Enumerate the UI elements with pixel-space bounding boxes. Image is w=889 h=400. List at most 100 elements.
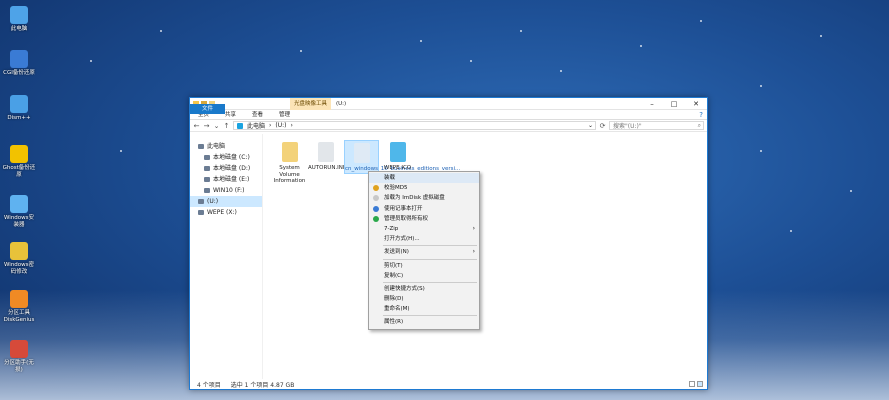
context-menu-item[interactable]: 发送到(N) › [369,247,479,257]
drive-icon [204,188,210,193]
nav-tree-item[interactable]: 本地磁盘 (C:) [190,152,262,163]
breadcrumb-this-pc[interactable]: 此电脑 [247,121,265,130]
breadcrumb-separator-icon: › [269,122,272,129]
search-input[interactable]: 搜索"(U:)" ⌕ [609,121,704,130]
computer-icon [10,6,28,24]
menu-separator [383,245,477,247]
context-menu-item[interactable]: 创建快捷方式(S) [369,284,479,294]
context-menu-label: 重命名(M) [384,306,410,313]
installer-icon [10,195,28,213]
context-menu-label: 加载为 ImDisk 虚拟磁盘 [384,195,445,202]
tab-file[interactable]: 文件 [190,104,225,114]
nav-tree-label: (U:) [207,198,219,205]
back-arrow-icon[interactable]: ← [193,122,200,130]
item-count: 4 个项目 [197,381,221,389]
menu-separator [383,281,477,283]
context-menu-item[interactable]: 校验MD5 [369,183,479,193]
key-icon [10,242,28,260]
address-bar[interactable]: 此电脑 › (U:) › ⌄ [233,121,596,130]
forward-arrow-icon[interactable]: → [203,122,210,130]
desktop-icon-label: CGI备份还原 [3,70,35,76]
context-menu-item[interactable]: 使用记事本打开 [369,204,479,214]
search-icon: ⌕ [697,121,701,129]
submenu-arrow-icon: › [472,248,475,256]
desktop-icon[interactable]: Ghost备份还原 [2,145,36,178]
nav-tree-label: WEPE (X:) [207,209,237,216]
drive-icon [198,144,204,149]
context-menu-item[interactable]: 加载为 ImDisk 虚拟磁盘 [369,193,479,203]
tab-manage[interactable]: 管理 [271,110,298,120]
nav-tree-item[interactable]: (U:) [190,196,262,207]
context-menu-label: 创建快捷方式(S) [384,285,425,292]
disc-icon [389,142,406,162]
desktop-icon-label: 此电脑 [10,26,28,32]
disc-image-tools-tab[interactable]: 光盘映像工具 [290,98,332,110]
search-placeholder: 搜索"(U:)" [613,123,642,130]
title-bar[interactable]: 光盘映像工具 (U:) – □ ✕ [190,98,707,110]
file-item[interactable]: WEPE.ICO [380,140,415,172]
file-name: AUTORUN.INF [308,165,347,171]
desktop-icon[interactable]: Windows密码修改 [2,242,36,275]
context-menu-item[interactable]: 打开方式(H)... [369,234,479,244]
desktop-icon[interactable]: Dism++ [2,95,36,122]
context-menu-item[interactable]: 管理员取得所有权 [369,214,479,224]
partition-icon [10,340,28,358]
nav-tree-label: 此电脑 [207,143,226,150]
folder-icon [281,142,298,162]
context-menu-label: 打开方式(H)... [384,236,420,243]
desktop-icon[interactable]: Windows安装器 [2,195,36,228]
file-list: System Volume Information AUTORUN.INF cn_w… [263,134,707,379]
drive-icon [204,166,210,171]
large-icons-view-icon[interactable] [697,381,703,387]
help-icon[interactable]: ? [699,111,707,119]
nav-tree-item[interactable]: 本地磁盘 (D:) [190,163,262,174]
context-menu-item[interactable]: 重命名(M) [369,304,479,314]
context-menu-item[interactable]: 7-Zip › [369,224,479,234]
nav-tree-item[interactable]: WIN10 (F:) [190,185,262,196]
context-menu-label: 装载 [384,175,396,181]
diskgenius-icon [10,290,28,308]
nav-tree-item[interactable]: 此电脑 [190,141,262,152]
nav-tree-item[interactable]: WEPE (X:) [190,207,262,218]
desktop-icon-label: Dism++ [7,115,31,121]
refresh-icon[interactable]: ⟳ [599,122,606,130]
address-dropdown-icon[interactable]: ⌄ [588,122,595,129]
context-menu: 装载校验MD5 加载为 ImDisk 虚拟磁盘使用记事本打开 管理员取得所有权 7-Z… [368,171,480,330]
breadcrumb-drive[interactable]: (U:) [275,122,286,129]
drive-icon [198,199,204,204]
gear-icon [10,95,28,113]
close-button[interactable]: ✕ [685,98,707,110]
file-item[interactable]: cn_windows_10_business_editions_versi... [344,140,460,174]
maximize-button[interactable]: □ [663,98,685,110]
file-item[interactable]: AUTORUN.INF [308,140,347,172]
context-menu-item[interactable]: 装载 [369,173,479,184]
nav-tree-label: 本地磁盘 (D:) [213,165,251,172]
ribbon-tabs: 文件 主页 共享 查看 管理 ? [190,104,707,120]
disc-image-icon [353,143,370,163]
window-title: (U:) [336,100,347,107]
desktop-icon[interactable]: CGI备份还原 [2,50,36,77]
nav-tree-label: 本地磁盘 (E:) [213,176,250,183]
minimize-button[interactable]: – [641,98,663,110]
context-menu-item[interactable]: 复制(C) [369,271,479,281]
drive-icon [237,122,243,129]
desktop-icon-label: 分区助手(无损) [4,360,34,373]
file-icon [317,142,334,162]
recent-dropdown-icon[interactable]: ⌄ [213,122,220,130]
tab-view[interactable]: 查看 [244,110,271,120]
context-menu-label: 管理员取得所有权 [384,215,429,222]
context-menu-label: 删除(D) [384,296,404,303]
up-arrow-icon[interactable]: ↑ [223,122,230,130]
ghost-icon [10,145,28,163]
desktop-icon[interactable]: 分区助手(无损) [2,340,36,373]
file-item[interactable]: System Volume Information [272,140,307,185]
nav-tree-item[interactable]: 本地磁盘 (E:) [190,174,262,185]
desktop-icon[interactable]: 此电脑 [2,6,36,33]
status-bar: 4 个项目 选中 1 个项目 4.87 GB [190,379,707,389]
context-menu-item[interactable]: 属性(R) [369,317,479,327]
context-menu-item[interactable]: 删除(D) [369,294,479,304]
details-view-icon[interactable] [689,381,695,387]
desktop-icon[interactable]: 分区工具DiskGenius [2,290,36,323]
context-menu-item[interactable]: 剪切(T) [369,261,479,271]
address-bar-row: ← → ⌄ ↑ 此电脑 › (U:) › ⌄ ⟳ 搜索"(U:)" ⌕ [190,120,707,132]
